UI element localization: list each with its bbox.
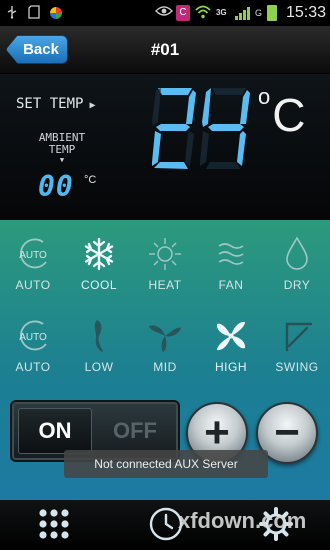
fan-mid-button[interactable]: MID	[132, 316, 198, 374]
mode-label: COOL	[80, 278, 117, 292]
eye-icon	[155, 5, 173, 21]
watermark: xfdown.com	[178, 508, 307, 533]
ambient-temp-value: 00	[38, 170, 74, 203]
fan-low-button[interactable]: LOW	[66, 316, 132, 374]
snowflake-icon	[84, 237, 114, 271]
fan-speed-row: AUTO AUTO LOW MID HIGH SWING	[0, 316, 330, 374]
app-icon	[48, 5, 64, 21]
fan-low-icon	[94, 320, 103, 352]
signal-icon	[234, 6, 250, 20]
wifi-icon	[195, 5, 211, 21]
waves-icon	[218, 243, 244, 265]
mode-row: AUTO AUTO COOL HEAT FAN DRY	[0, 234, 330, 292]
down-arrow-icon: ▼	[59, 156, 65, 164]
status-time: 15:33	[285, 4, 326, 21]
mode-cool-button[interactable]: COOL	[66, 234, 132, 292]
fan-mid-icon	[149, 325, 181, 352]
set-temp-display: 24	[152, 88, 250, 169]
mode-label: DRY	[283, 278, 311, 292]
mode-fan-button[interactable]: FAN	[198, 234, 264, 292]
battery-icon	[266, 5, 277, 21]
title-bar: Back #01	[0, 26, 330, 74]
ambient-temp-label: AMBIENT TEMP ▼	[30, 132, 94, 165]
menu-grid-button[interactable]	[36, 506, 72, 547]
sun-icon	[149, 238, 181, 270]
play-arrow-icon: ▶	[89, 100, 96, 111]
fan-high-icon	[216, 321, 246, 351]
page-title: #01	[150, 40, 180, 59]
fan-high-button[interactable]: HIGH	[198, 316, 264, 374]
fan-auto-button[interactable]: AUTO AUTO	[0, 316, 66, 374]
fan-label: HIGH	[215, 360, 247, 374]
svg-text:AUTO: AUTO	[19, 332, 47, 343]
fan-label: LOW	[84, 360, 114, 374]
sd-card-icon	[26, 5, 42, 21]
set-temp-text: SET TEMP	[16, 96, 84, 112]
ambient-label-line2: TEMP	[48, 143, 76, 156]
droplet-icon	[286, 236, 308, 270]
temperature-panel: SET TEMP ▶ AMBIENT TEMP ▼ 00 °C 24	[0, 74, 330, 220]
svg-text:AUTO: AUTO	[19, 250, 47, 261]
mode-dry-button[interactable]: DRY	[264, 234, 330, 292]
network-sub-label: G	[254, 8, 262, 18]
status-bar: C 3G G 15:33	[0, 0, 330, 26]
swing-icon	[285, 322, 313, 352]
fan-label: AUTO	[15, 360, 51, 374]
ambient-temp-unit: °C	[84, 174, 97, 186]
fan-swing-button[interactable]: SWING	[264, 316, 330, 374]
power-on-button[interactable]: ON	[18, 408, 92, 454]
mode-label: AUTO	[15, 278, 51, 292]
fan-label: SWING	[275, 360, 319, 374]
mode-auto-button[interactable]: AUTO AUTO	[0, 234, 66, 292]
digit-4	[202, 88, 250, 166]
mode-heat-button[interactable]: HEAT	[132, 234, 198, 292]
power-off-button[interactable]: OFF	[96, 408, 174, 454]
grid-icon	[39, 509, 69, 539]
fan-label: MID	[153, 360, 177, 374]
set-temp-label: SET TEMP ▶	[16, 96, 95, 112]
connection-toast: Not connected AUX Server	[64, 450, 268, 478]
auto-icon: AUTO	[19, 320, 47, 351]
set-temp-unit: oC	[258, 84, 306, 141]
network-type-label: 3G	[215, 8, 227, 17]
usb-icon	[4, 5, 20, 21]
auto-icon: AUTO	[19, 238, 47, 269]
notification-icon: C	[175, 5, 190, 21]
mode-label: HEAT	[148, 278, 182, 292]
mode-label: FAN	[218, 278, 244, 292]
